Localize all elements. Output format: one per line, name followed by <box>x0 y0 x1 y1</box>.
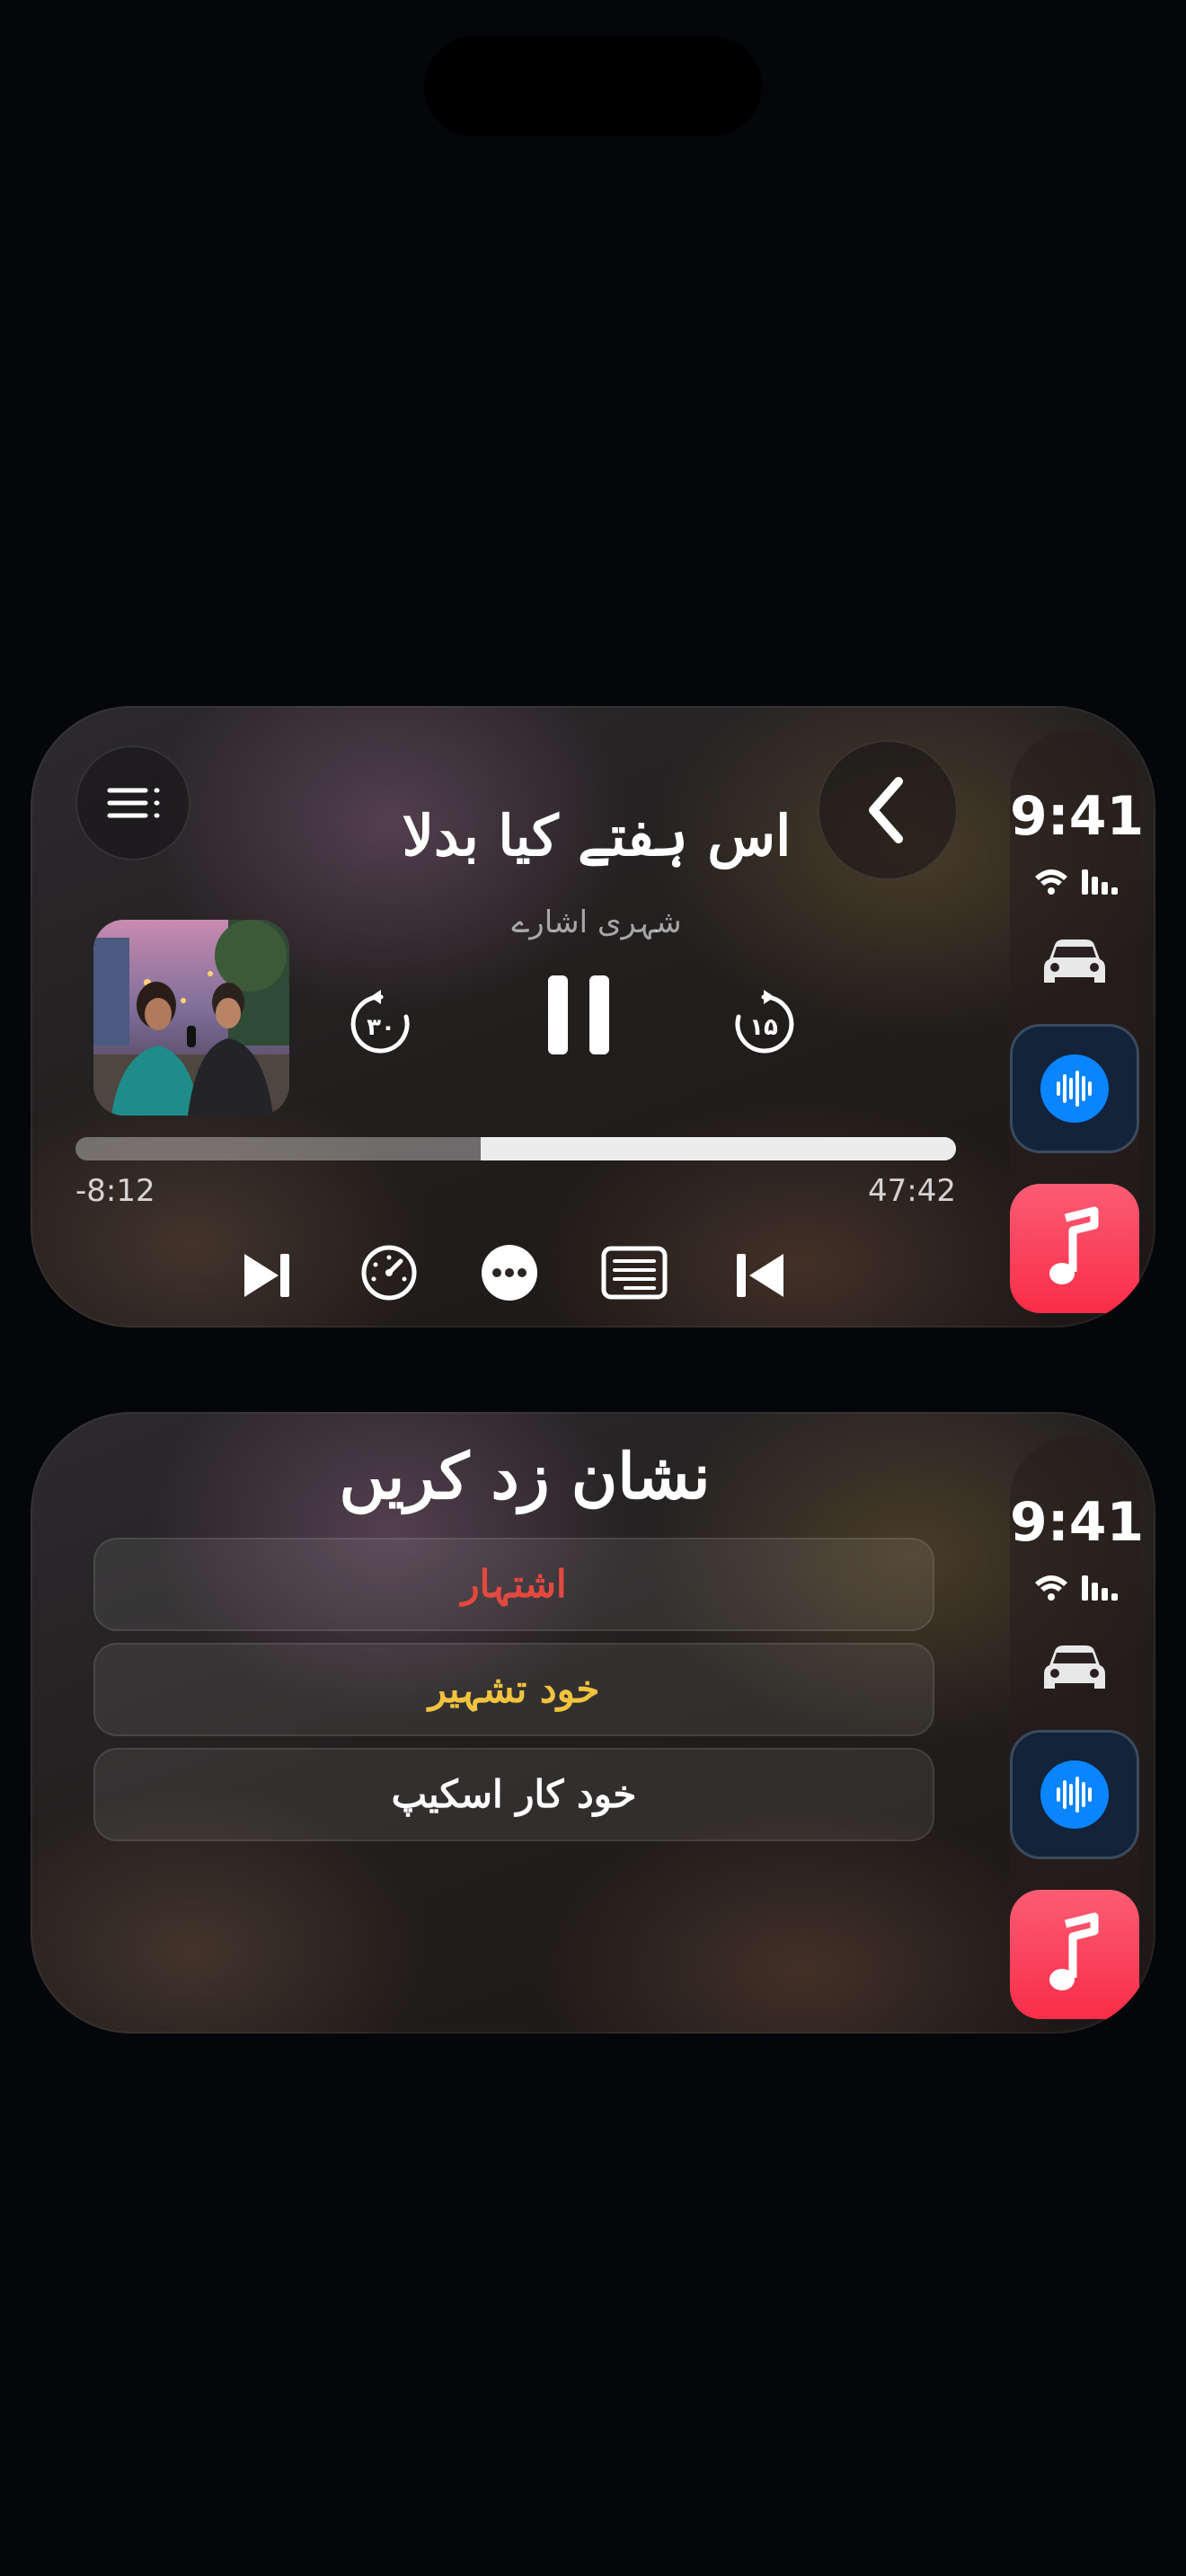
car-icon[interactable] <box>1042 936 1107 990</box>
cellular-signal-icon <box>1082 1575 1118 1601</box>
previous-track-button[interactable] <box>730 1248 792 1302</box>
cellular-signal-icon <box>1082 869 1118 895</box>
skip-forward-label: ۱۵ <box>749 1014 778 1041</box>
mark-panel-card: نشان زد کریں اشتہار خود تشہیر خود کار اس… <box>31 1412 1155 2033</box>
now-playing-card: اس ہفتے کیا بدلا شہری اشارے ۳۰ ۱۵ -8:12 … <box>31 706 1155 1328</box>
more-button[interactable] <box>478 1241 541 1304</box>
music-app-icon[interactable] <box>1010 1184 1139 1313</box>
status-time: 9:41 <box>1010 785 1145 848</box>
episode-artwork <box>93 920 289 1116</box>
music-app-icon[interactable] <box>1010 1890 1139 2019</box>
skip-back-label: ۳۰ <box>367 1014 395 1041</box>
podcasts-app-icon[interactable] <box>1010 1024 1139 1153</box>
next-track-button[interactable] <box>237 1248 300 1302</box>
car-icon[interactable] <box>1042 1642 1107 1696</box>
time-remaining: -8:12 <box>75 1173 155 1209</box>
option-ad[interactable]: اشتہار <box>93 1538 934 1631</box>
mark-panel-title: نشان زد کریں <box>339 1439 711 1513</box>
podcast-name: شہری اشارے <box>511 904 682 940</box>
option-self-promotion[interactable]: خود تشہیر <box>93 1643 934 1736</box>
dynamic-island <box>424 36 762 137</box>
option-auto-skip[interactable]: خود کار اسکیپ <box>93 1748 934 1841</box>
podcasts-app-icon[interactable] <box>1010 1730 1139 1859</box>
list-menu-icon <box>107 788 160 818</box>
pause-button[interactable] <box>543 972 615 1058</box>
progress-bar[interactable] <box>75 1137 956 1160</box>
progress-fill <box>480 1137 956 1160</box>
chevron-left-icon <box>869 777 903 843</box>
skip-back-button[interactable]: ۳۰ <box>347 990 415 1058</box>
episode-title: اس ہفتے کیا بدلا <box>402 803 792 869</box>
total-time: 47:42 <box>868 1173 956 1209</box>
carplay-sidebar: 9:41 <box>1010 729 1145 1313</box>
playback-speed-button[interactable] <box>358 1241 420 1304</box>
transcript-button[interactable] <box>600 1245 668 1301</box>
wifi-icon <box>1035 1575 1067 1601</box>
skip-forward-button[interactable]: ۱۵ <box>730 990 798 1058</box>
back-button[interactable] <box>818 740 958 880</box>
wifi-icon <box>1035 869 1067 895</box>
status-icons <box>1035 869 1118 895</box>
menu-button[interactable] <box>75 745 190 860</box>
status-icons <box>1035 1575 1118 1601</box>
status-time: 9:41 <box>1010 1491 1145 1554</box>
carplay-sidebar: 9:41 <box>1010 1435 1145 2019</box>
